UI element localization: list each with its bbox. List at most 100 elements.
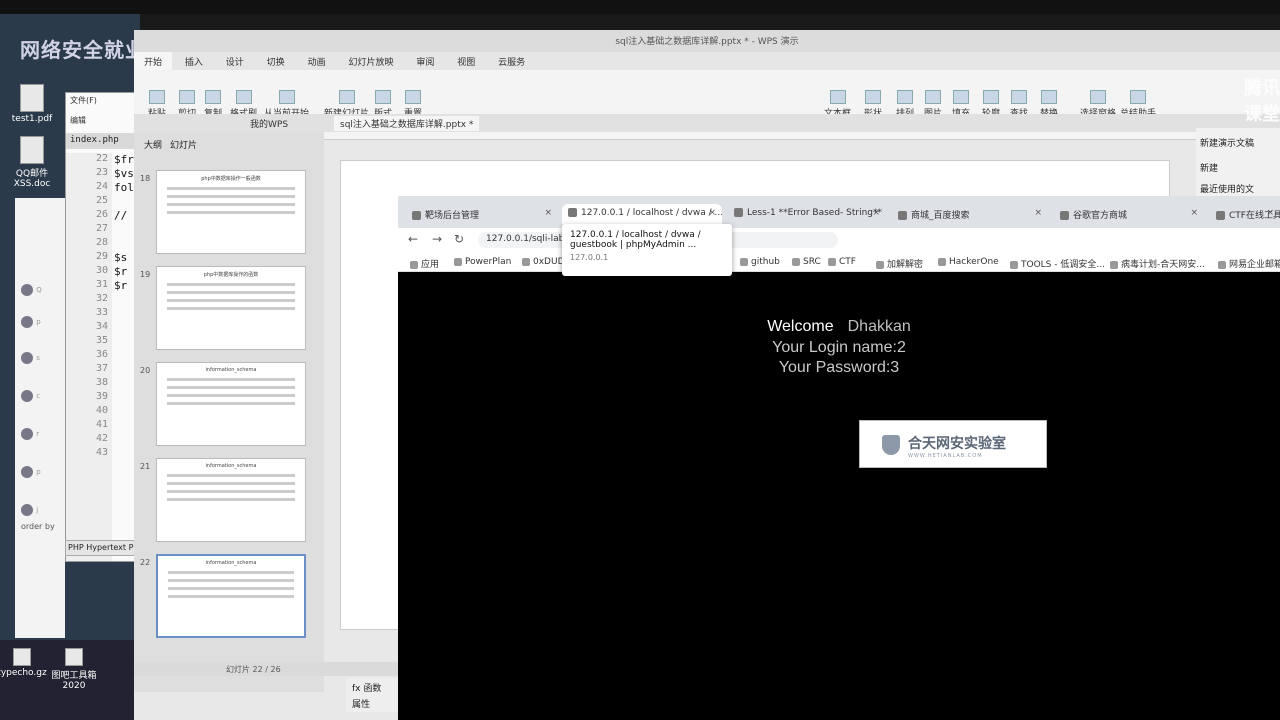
slide-thumbnail[interactable]: information_schema	[156, 362, 306, 446]
code-line[interactable]	[114, 433, 134, 447]
code-line[interactable]	[114, 293, 134, 307]
browser-tab[interactable]: 谷歌官方商城 ×	[1054, 204, 1204, 224]
doc-tab-pptx[interactable]: sql注入基础之数据库详解.pptx *	[334, 116, 480, 131]
bookmark-item[interactable]: HackerOne	[938, 257, 999, 267]
bookmark-icon	[410, 260, 418, 269]
code-line[interactable]	[114, 363, 134, 377]
code-line[interactable]: $vs	[114, 167, 134, 181]
line-number-gutter: 22 23 24 25 26 27 28 29 30 31 32 33 34 35 36 37 38 39 40 41…	[66, 153, 112, 561]
code-line[interactable]	[114, 237, 134, 251]
menu-design[interactable]: 设计	[216, 52, 254, 71]
desktop-icon-tuba[interactable]: 图吧工具箱 2020	[44, 648, 104, 691]
menu-cloud[interactable]: 云服务	[488, 52, 535, 71]
code-line[interactable]: $r	[114, 279, 134, 293]
menu-insert[interactable]: 插入	[175, 52, 213, 71]
bookmark-item[interactable]: SRC	[792, 257, 821, 267]
editor-menu-edit[interactable]: 编辑	[70, 115, 86, 126]
reload-icon[interactable]: ↻	[454, 232, 464, 246]
code-line[interactable]	[114, 321, 134, 335]
menu-slideshow[interactable]: 幻灯片放映	[338, 52, 403, 71]
browser-tab[interactable]: 127.0.0.1 / localhost / dvwa / ... ×	[562, 204, 722, 224]
code-line[interactable]	[114, 195, 134, 209]
properties-button[interactable]: 属性	[346, 697, 398, 710]
code-line[interactable]: $fr	[114, 153, 134, 167]
close-icon[interactable]: ×	[708, 208, 716, 218]
chat-item[interactable]: p	[21, 466, 61, 480]
editor-tab[interactable]: index.php	[66, 133, 144, 149]
close-icon[interactable]: ×	[872, 208, 880, 218]
function-button[interactable]: fx 函数	[346, 678, 398, 697]
code-line[interactable]	[114, 391, 134, 405]
close-icon[interactable]: ×	[1034, 208, 1042, 218]
panel-tab-outline[interactable]: 大纲	[144, 138, 162, 151]
bookmark-label: PowerPlan	[465, 257, 512, 267]
browser-tab[interactable]: 靶场后台管理 ×	[406, 204, 558, 224]
panel-tab-slides[interactable]: 幻灯片	[170, 138, 197, 151]
ribbon-icon	[235, 90, 252, 104]
bookmark-icon	[876, 260, 884, 269]
code-line[interactable]: $s	[114, 251, 134, 265]
code-line[interactable]	[114, 419, 134, 433]
back-icon[interactable]: ←	[408, 232, 418, 246]
bookmark-item[interactable]: github	[740, 257, 780, 267]
code-line[interactable]	[114, 349, 134, 363]
doc-tab-mywps[interactable]: 我的WPS	[244, 116, 294, 131]
forward-icon[interactable]: →	[432, 232, 442, 246]
chat-item[interactable]: p	[21, 316, 61, 330]
menu-animation[interactable]: 动画	[298, 52, 336, 71]
browser-tab[interactable]: CTF在线工具 ×	[1210, 204, 1280, 224]
code-line[interactable]	[114, 377, 134, 391]
code-line[interactable]	[114, 405, 134, 419]
new-button[interactable]: 新建	[1196, 157, 1280, 178]
menu-review[interactable]: 审阅	[406, 52, 444, 71]
chat-item[interactable]: r	[21, 428, 61, 442]
code-line[interactable]: $r	[114, 265, 134, 279]
bookmark-item[interactable]: CTF	[828, 257, 856, 267]
code-line[interactable]	[114, 447, 134, 461]
ribbon-icon	[953, 90, 969, 104]
desktop-icon-qq-mail[interactable]: QQ邮件 XSS.doc	[2, 136, 62, 189]
code-line[interactable]	[114, 223, 134, 237]
bookmark-item[interactable]: 加解解密	[876, 257, 923, 270]
menu-transition[interactable]: 切换	[257, 52, 295, 71]
browser-tab[interactable]: Less-1 **Error Based- String** ×	[728, 204, 886, 224]
editor-menu-file[interactable]: 文件(F)	[70, 95, 97, 106]
close-icon[interactable]: ×	[544, 208, 552, 218]
code-line[interactable]	[114, 307, 134, 321]
slide-thumbnail[interactable]: information_schema	[156, 458, 306, 542]
close-icon[interactable]: ×	[1190, 208, 1198, 218]
bookmark-item[interactable]: 0xDUD	[522, 257, 565, 267]
chat-item[interactable]: c	[21, 390, 61, 404]
ribbon-icon	[865, 90, 881, 104]
desktop-icon-pdf[interactable]: test1.pdf	[2, 84, 62, 124]
code-line[interactable]	[114, 335, 134, 349]
chat-item[interactable]: Q	[21, 284, 61, 298]
slide-text-line	[167, 474, 295, 477]
bookmark-item[interactable]: 应用	[410, 257, 439, 270]
close-icon[interactable]: ×	[1266, 208, 1274, 218]
desktop-icon-label: QQ邮件	[15, 169, 49, 179]
code-text[interactable]: $fr $vs fol//$s $r $r	[114, 153, 134, 461]
menu-view[interactable]: 视图	[447, 52, 485, 71]
bookmark-item[interactable]: TOOLS - 低调安全...	[1010, 257, 1105, 270]
bookmark-item[interactable]: 网易企业邮箱	[1218, 257, 1280, 270]
chat-item[interactable]: j	[21, 504, 61, 518]
file-icon	[20, 136, 44, 164]
slide-thumbnail[interactable]: information_schema	[156, 554, 306, 638]
order-by-label: order by	[21, 522, 55, 531]
code-line[interactable]: fol	[114, 181, 134, 195]
code-line[interactable]: //	[114, 209, 134, 223]
menu-home[interactable]: 开始	[134, 52, 173, 71]
tooltip-title: 127.0.0.1 / localhost / dvwa / guestbook…	[570, 230, 701, 250]
slide-text-line	[167, 187, 295, 190]
tab-hover-tooltip: 127.0.0.1 / localhost / dvwa / guestbook…	[562, 224, 732, 276]
tab-title: 谷歌官方商城	[1073, 211, 1128, 221]
bookmark-item[interactable]: PowerPlan	[454, 257, 511, 267]
new-presentation-link[interactable]: 新建演示文稿	[1196, 128, 1280, 157]
browser-tab[interactable]: 商城_百度搜索 ×	[892, 204, 1048, 224]
bookmark-item[interactable]: 病毒计划-合天网安...	[1110, 257, 1205, 270]
slide-thumbnail[interactable]: php中数据库操作的函数	[156, 266, 306, 350]
slide-thumbnail[interactable]: php中数据库操作一般函数	[156, 170, 306, 254]
chat-item[interactable]: s	[21, 352, 61, 366]
slide-text-line	[167, 211, 295, 214]
